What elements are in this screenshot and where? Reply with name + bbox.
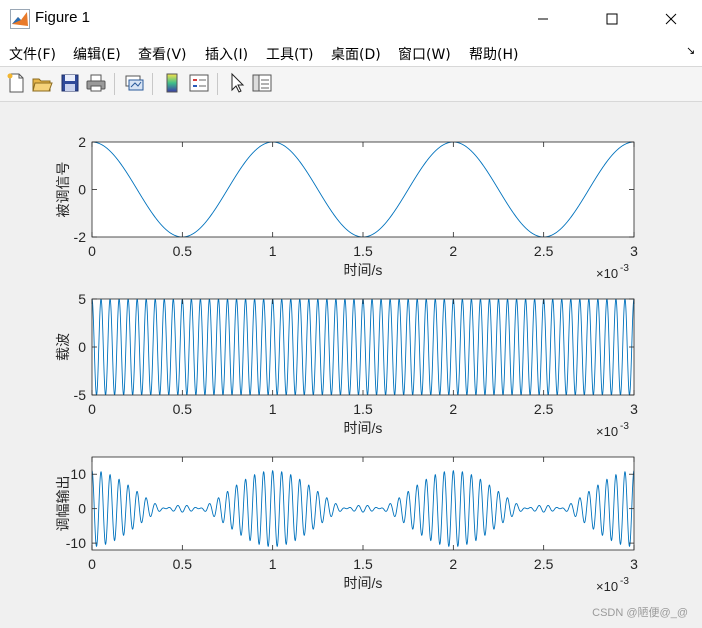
y-tick-label: 0 [78, 501, 86, 517]
x-tick-label: 2.5 [534, 556, 554, 572]
subplots-canvas[interactable]: 0 0.5 1 1.5 2 2.5 3-202时间/s ×10 -3被调信号0 0.5 1 1.5 2 2… [0, 101, 702, 628]
y-axis-label: 调幅输出 [55, 476, 71, 532]
y-axis-label: 被调信号 [55, 162, 71, 218]
insert-legend-icon[interactable] [188, 72, 210, 94]
y-tick-label: 0 [78, 182, 86, 198]
menu-view[interactable]: 查看(V) [138, 44, 187, 64]
toolbar-separator [114, 73, 115, 95]
x-tick-label: 3 [630, 556, 638, 572]
menu-file[interactable]: 文件(F) [9, 44, 56, 64]
menu-insert[interactable]: 插入(I) [205, 44, 248, 64]
x-tick-label: 2.5 [534, 401, 554, 417]
figure-toolbar [0, 66, 702, 102]
title-bar: Figure 1 [0, 0, 702, 38]
y-tick-label: -5 [74, 387, 87, 403]
x-tick-label: 2 [449, 243, 457, 259]
x-tick-label: 3 [630, 401, 638, 417]
x-tick-label: 1.5 [353, 243, 373, 259]
close-button[interactable] [648, 0, 694, 38]
x-tick-label: 0 [88, 401, 96, 417]
toolbar-separator [217, 73, 218, 95]
save-icon[interactable] [59, 72, 81, 94]
x-axis-label: 时间/s [344, 262, 383, 278]
menu-help[interactable]: 帮助(H) [469, 44, 518, 64]
close-icon [665, 13, 677, 25]
maximize-button[interactable] [589, 0, 635, 38]
menu-overflow-icon[interactable]: ↘ [686, 44, 695, 57]
x-exponent-power: -3 [620, 576, 629, 587]
axes-background [92, 142, 634, 237]
figure-canvas: 0 0.5 1 1.5 2 2.5 3 -2 0 2 时间/s ×10 -3 被调信号 0 0.5 1 1.5 2 2… [0, 101, 702, 628]
y-tick-label: 5 [78, 291, 86, 307]
toolbar-separator [152, 73, 153, 95]
matlab-logo-icon [10, 9, 30, 29]
edit-plot-arrow-icon[interactable] [226, 72, 248, 94]
y-tick-label: 10 [70, 466, 86, 482]
x-tick-label: 0 [88, 243, 96, 259]
x-exponent-power: -3 [620, 421, 629, 432]
window-title: Figure 1 [35, 9, 91, 26]
print-icon[interactable] [85, 72, 107, 94]
menu-edit[interactable]: 编辑(E) [73, 44, 121, 64]
insert-colorbar-icon[interactable] [161, 72, 183, 94]
x-tick-label: 2 [449, 556, 457, 572]
axes-background [92, 299, 634, 395]
x-exponent-label: ×10 [596, 266, 618, 281]
x-tick-label: 2.5 [534, 243, 554, 259]
y-axis-label: 载波 [55, 333, 71, 361]
x-tick-label: 0.5 [173, 556, 193, 572]
x-tick-label: 1.5 [353, 401, 373, 417]
new-figure-icon[interactable] [5, 72, 27, 94]
x-tick-label: 1 [269, 556, 277, 572]
maximize-icon [606, 13, 618, 25]
x-tick-label: 1 [269, 243, 277, 259]
x-exponent-label: ×10 [596, 424, 618, 439]
watermark: CSDN @陋便@_@ [592, 607, 688, 619]
x-tick-label: 0.5 [173, 243, 193, 259]
y-tick-label: 0 [78, 339, 86, 355]
x-tick-label: 2 [449, 401, 457, 417]
x-tick-label: 0 [88, 556, 96, 572]
x-tick-label: 0.5 [173, 401, 193, 417]
x-tick-label: 1.5 [353, 556, 373, 572]
menu-bar: 文件(F) 编辑(E) 查看(V) 插入(I) 工具(T) 桌面(D) 窗口(W… [0, 38, 702, 66]
y-tick-label: 2 [78, 134, 86, 150]
menu-desktop[interactable]: 桌面(D) [331, 44, 381, 64]
x-tick-label: 3 [630, 243, 638, 259]
menu-tools[interactable]: 工具(T) [266, 44, 313, 64]
x-axis-label: 时间/s [344, 575, 383, 591]
minimize-button[interactable] [520, 0, 566, 38]
axes-background [92, 457, 634, 550]
x-exponent-label: ×10 [596, 579, 618, 594]
x-tick-label: 1 [269, 401, 277, 417]
menu-window[interactable]: 窗口(W) [398, 44, 451, 64]
link-plot-icon[interactable] [123, 72, 145, 94]
x-exponent-power: -3 [620, 263, 629, 274]
x-axis-label: 时间/s [344, 420, 383, 436]
property-inspector-icon[interactable] [251, 72, 273, 94]
open-file-icon[interactable] [31, 72, 53, 94]
y-tick-label: -2 [74, 229, 87, 245]
y-tick-label: -10 [66, 535, 86, 551]
minimize-icon [538, 18, 548, 20]
